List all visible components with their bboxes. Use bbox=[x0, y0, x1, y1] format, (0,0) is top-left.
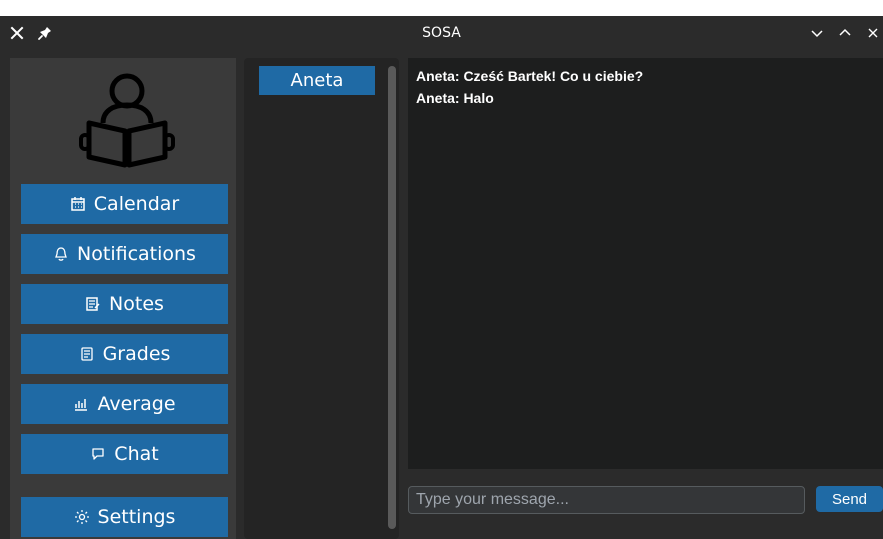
calendar-button-label: Calendar bbox=[93, 193, 180, 215]
pin-icon[interactable] bbox=[36, 24, 54, 42]
settings-button-label: Settings bbox=[97, 506, 176, 528]
chat-message: Aneta: Cześć Bartek! Co u ciebie? bbox=[416, 68, 644, 84]
message-input[interactable] bbox=[408, 486, 805, 514]
contact-aneta-button[interactable]: Aneta bbox=[259, 66, 375, 95]
contacts-panel bbox=[244, 58, 399, 539]
title-left-icons bbox=[8, 16, 54, 50]
window-controls bbox=[809, 16, 881, 50]
top-white-strip bbox=[0, 0, 883, 16]
contacts-scrollbar[interactable] bbox=[388, 66, 396, 529]
window-close-icon[interactable] bbox=[865, 25, 881, 41]
chevron-down-icon[interactable] bbox=[809, 25, 825, 41]
grades-button-label: Grades bbox=[102, 343, 171, 365]
chat-icon bbox=[92, 448, 104, 460]
notifications-button-label: Notifications bbox=[77, 243, 196, 265]
title-bar: SOSA bbox=[0, 16, 883, 50]
reading-person-icon bbox=[79, 73, 175, 168]
average-button-label: Average bbox=[97, 393, 176, 415]
average-button[interactable]: Average bbox=[21, 384, 228, 424]
gear-icon bbox=[74, 510, 89, 524]
notes-button-label: Notes bbox=[109, 293, 164, 315]
grades-button[interactable]: Grades bbox=[21, 334, 228, 374]
close-icon[interactable] bbox=[8, 24, 26, 42]
chat-button[interactable]: Chat bbox=[21, 434, 228, 474]
messages-box bbox=[408, 58, 883, 469]
app-window: SOSA Calendar Notifications Notes Grades… bbox=[0, 0, 883, 539]
settings-button[interactable]: Settings bbox=[21, 497, 228, 537]
chart-icon bbox=[75, 399, 88, 411]
notes-button[interactable]: Notes bbox=[21, 284, 228, 324]
calendar-icon bbox=[71, 197, 85, 211]
chevron-up-icon[interactable] bbox=[837, 25, 853, 41]
grades-icon bbox=[80, 347, 93, 361]
bell-icon bbox=[55, 247, 67, 261]
contact-label: Aneta bbox=[290, 70, 344, 91]
chat-button-label: Chat bbox=[114, 443, 159, 465]
window-title: SOSA bbox=[422, 25, 461, 41]
notifications-button[interactable]: Notifications bbox=[21, 234, 228, 274]
send-button[interactable]: Send bbox=[816, 486, 883, 512]
calendar-button[interactable]: Calendar bbox=[21, 184, 228, 224]
chat-message: Aneta: Halo bbox=[416, 90, 494, 106]
note-icon bbox=[86, 297, 100, 311]
